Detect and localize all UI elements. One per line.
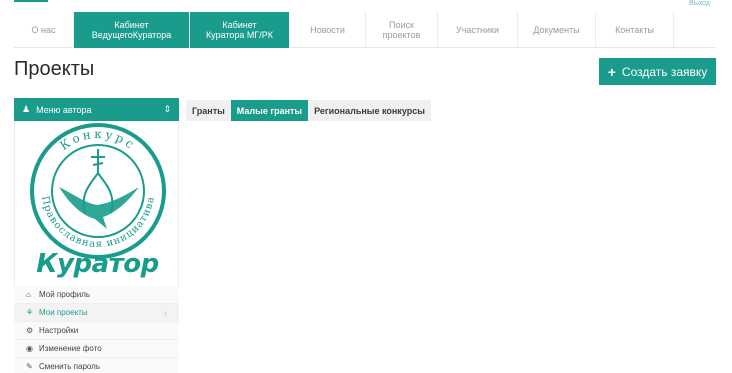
tab-2[interactable]: Малые гранты [230,100,309,121]
logout-link[interactable]: Выход [689,0,710,7]
nav-item-label: О нас [31,25,56,35]
gears-icon: ⚙ [26,326,34,335]
top-accent-line [14,0,48,2]
nav-item-label: Поиск проектов [382,20,421,40]
curator-logo-word: Куратор [36,249,159,279]
nav-item-7[interactable]: Документы [518,12,596,48]
nav-item-label: Новости [310,25,345,35]
sidebar-item-label: Настройки [39,326,79,335]
home-icon: ⌂ [26,290,31,299]
sidebar-item-label: Сменить пароль [39,362,101,371]
sidebar-item-label: Мои проекты [39,308,88,317]
tab-1[interactable]: Гранты [186,100,231,121]
plus-icon: + [607,63,616,80]
nav-item-label: Контакты [615,25,654,35]
nav-item-5[interactable]: Поиск проектов [366,12,438,48]
author-side-menu: ⌂ Мой профиль ⚘ Мои проекты › ⚙ Настройки ◉ Изме… [14,286,179,373]
nav-item-4[interactable]: Новости [290,12,366,48]
create-application-label: Создать заявку [621,64,708,79]
author-menu-title: Меню автора [36,104,92,115]
nav-item-label: Участники [456,25,499,35]
user-icon: ♟ [22,104,31,114]
sort-caret-icon: ⇕ [163,104,171,114]
sidebar-item-5[interactable]: ✎ Сменить пароль [14,358,179,373]
eye-icon: ◉ [26,344,33,353]
curator-logo: Конкурс Православная инициатива Куратор [14,121,179,286]
sidebar-item-label: Изменение фото [39,344,102,353]
author-menu-toggle[interactable]: ♟ Меню автора ⇕ [14,98,179,121]
projects-icon: ⚘ [26,308,34,317]
dove-icon [59,187,139,229]
tab-3[interactable]: Региональные конкурсы [308,100,431,121]
sidebar-item-label: Мой профиль [39,290,91,299]
nav-item-2[interactable]: Кабинет ВедущегоКуратора [74,12,190,48]
nav-item-label: Документы [533,25,580,35]
nav-item-1[interactable]: О нас [14,12,74,48]
sidebar-item-1[interactable]: ⌂ Мой профиль [14,286,179,304]
cross-icon [91,149,105,173]
nav-item-8[interactable]: Контакты [596,12,674,48]
main-nav: О нас Кабинет ВедущегоКуратора Кабинет Кур… [14,12,716,48]
grant-tabs: Гранты Малые гранты Региональные конкурсы [186,100,431,121]
chevron-right-icon: › [164,307,167,318]
page-title: Проекты [14,58,95,80]
create-application-button[interactable]: + Создать заявку [599,58,716,85]
edit-icon: ✎ [26,362,33,371]
sidebar-item-2[interactable]: ⚘ Мои проекты › [14,304,179,322]
nav-item-6[interactable]: Участники [438,12,518,48]
nav-item-label: Кабинет Куратора МГ/РК [205,20,274,40]
sidebar-item-4[interactable]: ◉ Изменение фото [14,340,179,358]
nav-item-3[interactable]: Кабинет Куратора МГ/РК [190,12,290,48]
nav-item-label: Кабинет ВедущегоКуратора [91,20,172,40]
sidebar-item-3[interactable]: ⚙ Настройки [14,322,179,340]
